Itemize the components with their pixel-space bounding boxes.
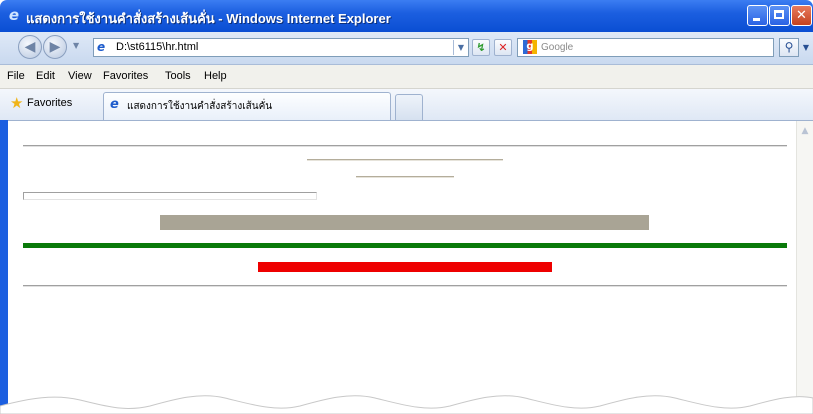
- vertical-scrollbar[interactable]: ▲: [796, 121, 813, 414]
- menu-view[interactable]: View: [68, 70, 92, 82]
- close-icon: ✕: [796, 8, 807, 23]
- page-content: [8, 121, 796, 414]
- forward-arrow-icon: ▶: [49, 39, 61, 55]
- navigation-bar: ◀ ▶ ▼ e D:\st6115\hr.html ▼ ↯ ✕ g Google…: [0, 32, 813, 65]
- window-title: แสดงการใช้งานคำสั่งสร้างเส้นคั่น - Windo…: [26, 11, 391, 26]
- history-dropdown-icon[interactable]: ▼: [73, 41, 79, 50]
- browser-window: e แสดงการใช้งานคำสั่งสร้างเส้นคั่น - Win…: [0, 0, 813, 414]
- horizontal-rule-centered-medium: [307, 159, 503, 161]
- ie-page-icon: e: [110, 97, 119, 112]
- address-bar[interactable]: e D:\st6115\hr.html: [93, 38, 469, 57]
- search-options-dropdown-icon[interactable]: ▼: [800, 38, 812, 57]
- horizontal-rule-thick-gray: [160, 215, 649, 230]
- new-tab-button[interactable]: [395, 94, 423, 120]
- forward-button[interactable]: ▶: [43, 35, 67, 59]
- search-icon: ⚲: [784, 40, 794, 54]
- refresh-icon: ↯: [476, 41, 486, 54]
- tab-current-page[interactable]: e แสดงการใช้งานคำสั่งสร้างเส้นคั่น: [103, 92, 391, 120]
- horizontal-rule-bottom: [23, 285, 787, 287]
- favorites-button[interactable]: Favorites: [27, 97, 72, 109]
- menu-favorites[interactable]: Favorites: [103, 70, 148, 82]
- torn-edge-decoration: [0, 395, 813, 414]
- window-frame-left: [0, 120, 8, 414]
- address-text[interactable]: D:\st6115\hr.html: [116, 41, 198, 53]
- title-bar: e แสดงการใช้งานคำสั่งสร้างเส้นคั่น - Win…: [0, 0, 813, 32]
- maximize-button[interactable]: [769, 5, 790, 26]
- maximize-icon: [774, 10, 784, 19]
- back-button[interactable]: ◀: [18, 35, 42, 59]
- page-icon: e: [97, 40, 106, 54]
- menu-tools[interactable]: Tools: [165, 70, 191, 82]
- search-box[interactable]: g Google: [517, 38, 774, 57]
- ie-logo-icon: e: [8, 6, 20, 24]
- search-button[interactable]: ⚲: [779, 38, 799, 57]
- menu-bar: File Edit View Favorites Tools Help: [0, 65, 813, 89]
- refresh-button[interactable]: ↯: [472, 39, 490, 56]
- horizontal-rule-default: [23, 145, 787, 147]
- google-logo-icon: g: [523, 40, 537, 54]
- close-button[interactable]: ✕: [791, 5, 812, 26]
- address-dropdown-icon[interactable]: ▼: [453, 40, 468, 55]
- stop-icon: ✕: [498, 41, 508, 54]
- search-placeholder[interactable]: Google: [541, 42, 573, 53]
- tab-label: แสดงการใช้งานคำสั่งสร้างเส้นคั่น: [127, 101, 273, 112]
- horizontal-rule-centered-short: [356, 176, 454, 178]
- horizontal-rule-left-hollow: [23, 192, 317, 200]
- menu-file[interactable]: File: [7, 70, 25, 82]
- menu-help[interactable]: Help: [204, 70, 227, 82]
- minimize-icon: [753, 18, 760, 21]
- stop-button[interactable]: ✕: [494, 39, 512, 56]
- minimize-button[interactable]: [747, 5, 768, 26]
- favorites-star-icon: ★: [10, 94, 24, 112]
- menu-edit[interactable]: Edit: [36, 70, 55, 82]
- horizontal-rule-red: [258, 262, 552, 272]
- horizontal-rule-green: [23, 243, 787, 248]
- favorites-bar: ★ Favorites e แสดงการใช้งานคำสั่งสร้างเส…: [0, 89, 813, 121]
- scroll-up-arrow-icon[interactable]: ▲: [798, 125, 812, 137]
- back-arrow-icon: ◀: [24, 39, 36, 55]
